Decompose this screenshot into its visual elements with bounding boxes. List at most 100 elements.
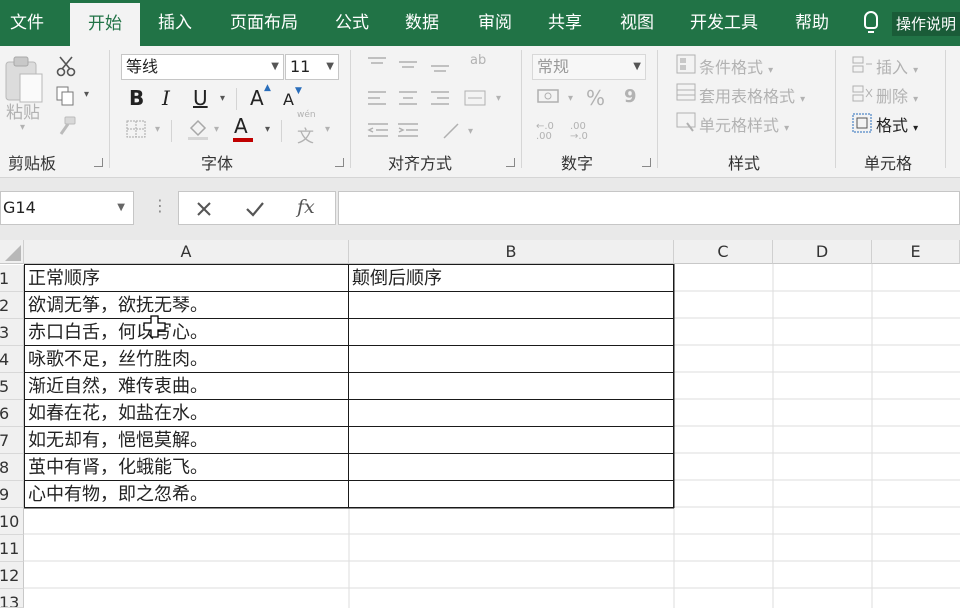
decrease-decimal-button[interactable]: .00 →.0 xyxy=(570,122,588,142)
tab-home[interactable]: 开始 xyxy=(70,3,140,46)
phonetic-guide-button[interactable]: 文 xyxy=(297,122,314,147)
orientation-dropdown-arrow[interactable]: ▾ xyxy=(468,126,473,137)
fill-color-icon[interactable] xyxy=(185,116,211,142)
number-group-label: 数字 xyxy=(561,154,594,173)
gridlines xyxy=(24,264,960,608)
tab-help[interactable]: 帮助 xyxy=(795,0,829,46)
phonetic-dropdown-arrow[interactable]: ▾ xyxy=(325,124,330,135)
formula-bar-grip-icon: ⋮ xyxy=(152,196,168,215)
copy-icon[interactable] xyxy=(55,85,77,107)
divider xyxy=(281,120,282,142)
accounting-format-icon[interactable] xyxy=(536,86,562,108)
tell-me-label: 操作说明 xyxy=(892,12,960,36)
clipboard-group-label: 剪贴板 xyxy=(8,154,57,173)
lightbulb-icon xyxy=(864,11,878,33)
group-divider xyxy=(945,50,946,168)
fill-color-dropdown-arrow[interactable]: ▾ xyxy=(214,124,219,135)
tab-view[interactable]: 视图 xyxy=(620,0,654,46)
worksheet-grid: A B C D E 1 2 3 4 5 6 7 8 9 10 11 12 13 … xyxy=(0,240,960,608)
format-cells-button[interactable]: 格式 ▾ xyxy=(876,112,918,136)
tab-developer[interactable]: 开发工具 xyxy=(690,0,758,46)
cell-styles-icon xyxy=(676,112,696,132)
tab-formulas[interactable]: 公式 xyxy=(335,0,369,46)
ribbon-tab-bar: 文件 开始 插入 页面布局 公式 数据 审阅 共享 视图 开发工具 帮助 操作说… xyxy=(0,0,960,46)
format-as-table-icon xyxy=(676,83,696,101)
formula-bar: G14 ▼ ⋮ fx xyxy=(0,178,960,240)
alignment-group-label: 对齐方式 xyxy=(388,154,453,173)
alignment-launcher-icon[interactable] xyxy=(506,158,515,167)
ribbon-home: 粘贴 ▾ ▾ 剪贴板 等线 ▼ 11 ▼ B I U ▾ A ▲ A ▼ ▾ ▾… xyxy=(0,46,960,178)
paste-button-label[interactable]: 粘贴 xyxy=(6,98,40,123)
wrap-text-icon[interactable]: ab xyxy=(470,54,486,67)
cell-styles-label: 单元格样式 xyxy=(699,116,780,135)
format-painter-icon[interactable] xyxy=(55,114,79,138)
formula-input[interactable] xyxy=(338,191,960,225)
bold-button[interactable]: B xyxy=(129,86,144,110)
tab-review[interactable]: 审阅 xyxy=(478,0,512,46)
vertical-align-icons[interactable] xyxy=(366,54,456,78)
chevron-down-icon: ▼ xyxy=(633,61,641,72)
tab-file[interactable]: 文件 xyxy=(10,0,44,46)
conditional-formatting-label: 条件格式 xyxy=(699,58,764,77)
increase-decimal-button[interactable]: ←.0.00 xyxy=(536,122,554,142)
font-color-dropdown-arrow[interactable]: ▾ xyxy=(265,124,270,135)
borders-dropdown-arrow[interactable]: ▾ xyxy=(155,124,160,135)
name-box[interactable]: G14 ▼ xyxy=(0,191,134,225)
styles-group-label: 样式 xyxy=(728,154,761,173)
formula-buttons: fx xyxy=(178,191,336,225)
font-color-button[interactable]: A xyxy=(234,114,248,138)
format-as-table-label: 套用表格格式 xyxy=(699,87,796,106)
font-group-label: 字体 xyxy=(201,154,234,173)
delete-cells-icon xyxy=(852,85,873,102)
cut-icon[interactable] xyxy=(55,55,77,77)
tab-insert[interactable]: 插入 xyxy=(158,0,192,46)
underline-dropdown-arrow[interactable]: ▾ xyxy=(220,93,225,104)
shrink-font-button[interactable]: A xyxy=(283,90,294,109)
insert-cells-button[interactable]: 插入 ▾ xyxy=(876,54,918,78)
italic-button[interactable]: I xyxy=(162,86,170,110)
tab-page-layout[interactable]: 页面布局 xyxy=(230,0,298,46)
borders-icon[interactable] xyxy=(124,118,150,140)
grow-arrow-icon: ▲ xyxy=(264,83,271,93)
group-divider xyxy=(109,50,110,168)
clipboard-launcher-icon[interactable] xyxy=(94,158,103,167)
merge-dropdown-arrow[interactable]: ▾ xyxy=(496,93,501,104)
number-format-select[interactable]: 常规 ▼ xyxy=(532,54,646,80)
conditional-formatting-button[interactable]: 条件格式 ▾ xyxy=(699,54,773,78)
horizontal-align-icons[interactable] xyxy=(366,88,496,112)
font-launcher-icon[interactable] xyxy=(335,158,344,167)
indent-orientation-icons[interactable] xyxy=(366,120,470,146)
tab-data[interactable]: 数据 xyxy=(405,0,439,46)
cells-group-label: 单元格 xyxy=(864,154,913,173)
percent-button[interactable]: % xyxy=(586,86,605,110)
conditional-formatting-icon xyxy=(676,54,696,74)
confirm-entry-icon[interactable] xyxy=(245,200,265,218)
group-divider xyxy=(657,50,658,168)
name-box-value: G14 xyxy=(3,198,36,217)
cell-styles-button[interactable]: 单元格样式 ▾ xyxy=(699,112,789,136)
font-color-swatch xyxy=(233,138,253,142)
comma-style-button[interactable]: 9 xyxy=(624,86,637,107)
divider xyxy=(236,88,237,110)
font-name-select[interactable]: 等线 ▼ xyxy=(121,54,284,80)
number-launcher-icon[interactable] xyxy=(642,158,651,167)
chevron-down-icon: ▼ xyxy=(117,202,125,213)
insert-function-button[interactable]: fx xyxy=(297,196,315,218)
underline-button[interactable]: U xyxy=(193,86,208,110)
delete-cells-button[interactable]: 删除 ▾ xyxy=(876,83,918,107)
format-as-table-button[interactable]: 套用表格格式 ▾ xyxy=(699,83,805,107)
group-divider xyxy=(835,50,836,168)
divider xyxy=(171,120,172,142)
delete-cells-label: 删除 xyxy=(876,87,909,106)
group-divider xyxy=(521,50,522,168)
font-size-value: 11 xyxy=(290,57,311,76)
accounting-dropdown-arrow[interactable]: ▾ xyxy=(568,93,573,104)
paste-dropdown-arrow[interactable]: ▾ xyxy=(20,122,25,133)
cancel-entry-icon[interactable] xyxy=(195,200,213,218)
font-name-value: 等线 xyxy=(126,57,159,76)
tab-share[interactable]: 共享 xyxy=(548,0,582,46)
font-size-select[interactable]: 11 ▼ xyxy=(285,54,339,80)
grow-font-button[interactable]: A xyxy=(250,86,264,110)
chevron-down-icon: ▼ xyxy=(271,61,279,72)
copy-dropdown-arrow[interactable]: ▾ xyxy=(84,89,89,100)
